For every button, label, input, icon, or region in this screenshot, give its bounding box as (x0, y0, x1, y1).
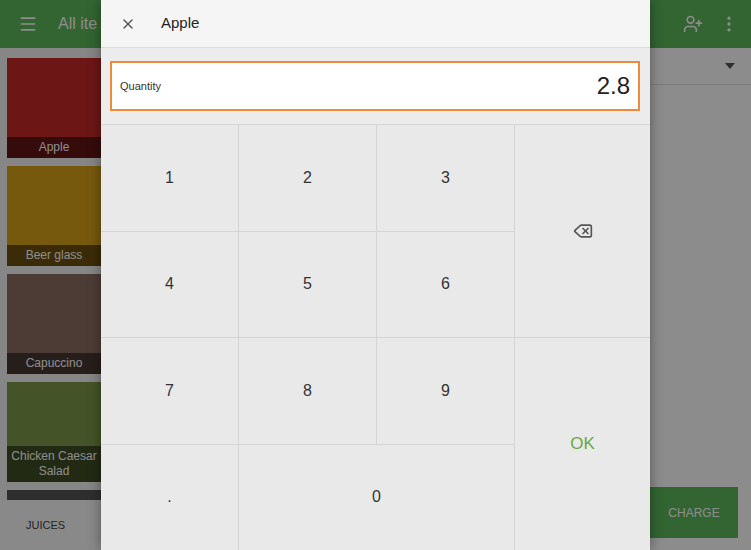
keypad-key[interactable]: 5 (239, 232, 376, 338)
keypad-key[interactable]: 4 (101, 232, 238, 338)
quantity-label: Quantity (120, 78, 161, 95)
keypad-key[interactable]: 9 (377, 338, 514, 444)
keypad-key[interactable]: 6 (377, 232, 514, 338)
app: All iteAppleBeer glassCapuccinoChicken C… (0, 0, 751, 550)
keypad-key[interactable]: 2 (239, 125, 376, 231)
dialog-title: Apple (161, 12, 199, 35)
keypad-key[interactable]: 0 (239, 445, 514, 550)
dialog-header: Apple (101, 0, 650, 48)
keypad-key[interactable]: 7 (101, 338, 238, 444)
quantity-dialog: Apple Quantity 2.8 123 456 789.0OK (101, 0, 650, 550)
keypad-key[interactable]: . (101, 445, 238, 550)
keypad-key[interactable]: 1 (101, 125, 238, 231)
keypad-key[interactable]: 3 (377, 125, 514, 231)
quantity-value: 2.8 (597, 68, 630, 104)
backspace-icon (573, 221, 593, 241)
backspace-key[interactable] (515, 125, 650, 337)
keypad-key[interactable]: 8 (239, 338, 376, 444)
keypad: 123 456 789.0OK (101, 125, 650, 550)
quantity-field[interactable]: Quantity 2.8 (110, 61, 640, 111)
close-icon[interactable] (120, 16, 136, 32)
ok-button[interactable]: OK (515, 338, 650, 550)
